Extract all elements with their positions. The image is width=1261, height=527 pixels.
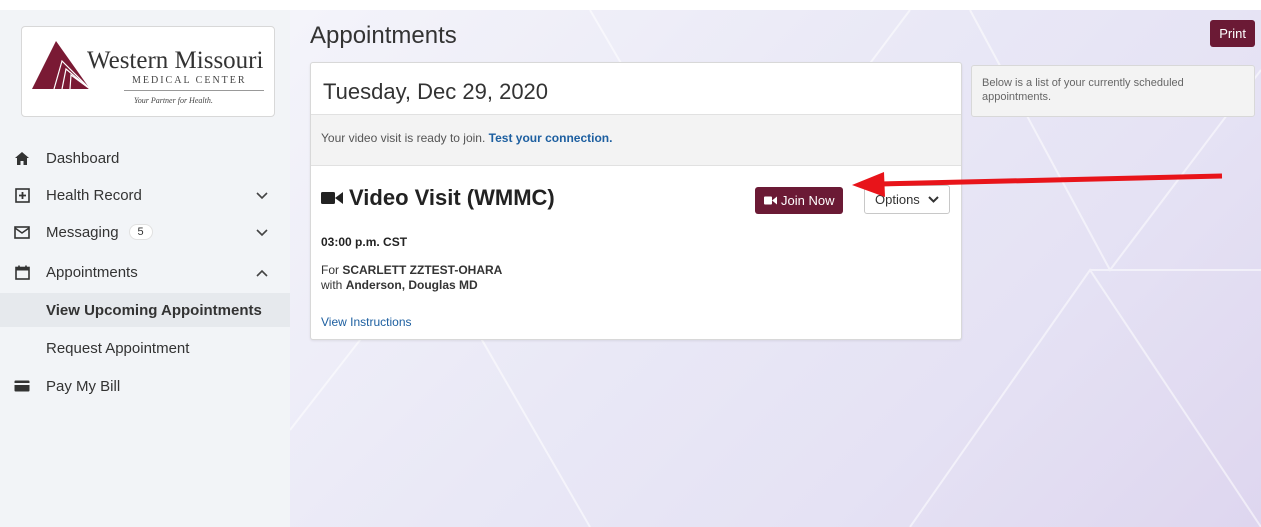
chevron-up-icon[interactable] [256,265,268,280]
patient-name: SCARLETT ZZTEST-OHARA [342,263,503,277]
nav-label: Appointments [46,263,138,281]
visit-title-text: Video Visit (WMMC) [349,185,555,210]
visit-time: 03:00 p.m. CST [321,235,408,249]
join-now-button[interactable]: Join Now [755,187,844,214]
nav-label: Dashboard [46,149,120,167]
logo[interactable]: Western Missouri MEDICAL CENTER Your Par… [21,26,275,117]
appointment-date: Tuesday, Dec 29, 2020 [323,79,549,104]
calendar-icon [12,265,32,280]
sidebar-subitem-view-upcoming-appointments[interactable]: View Upcoming Appointments [0,293,290,327]
nav-label: Pay My Bill [46,377,121,395]
main-content: Appointments Print Tuesday, Dec 29, 2020… [290,10,1261,527]
visit-title: Video Visit (WMMC) [321,185,555,211]
options-dropdown-button[interactable]: Options [864,185,950,214]
view-instructions-link[interactable]: View Instructions [321,315,412,329]
page-title: Appointments [310,22,457,49]
logo-subtitle: MEDICAL CENTER [132,75,247,86]
nav-item-health-record[interactable]: Health Record [0,177,290,213]
logo-tagline: Your Partner for Health. [134,96,213,105]
test-connection-link[interactable]: Test your connection. [489,131,613,145]
chevron-down-icon [928,196,939,203]
with-prefix: with [321,278,346,292]
logo-mark-icon [32,41,90,89]
nav-label: Messaging [46,223,119,241]
chevron-down-icon[interactable] [256,225,268,240]
envelope-icon [12,225,32,239]
appointment-card: Tuesday, Dec 29, 2020 Your video visit i… [310,62,962,340]
home-icon [12,151,32,165]
join-now-label: Join Now [781,193,835,208]
provider-name: Anderson, Douglas MD [345,278,478,292]
print-button[interactable]: Print [1210,20,1255,47]
nav-label: Health Record [46,186,142,204]
video-visit-notice: Your video visit is ready to join. Test … [311,114,961,166]
logo-divider [124,90,264,91]
credit-card-icon [12,380,32,392]
video-camera-icon [321,191,343,205]
nav-item-pay-my-bill[interactable]: Pay My Bill [0,368,290,404]
notice-text: Your video visit is ready to join. [321,131,489,145]
health-record-icon [12,187,32,203]
video-camera-icon [764,196,777,205]
for-prefix: For [321,263,343,277]
nav-item-dashboard[interactable]: Dashboard [0,140,290,176]
logo-title: Western Missouri [87,47,264,74]
unread-count-badge: 5 [128,224,153,240]
chevron-down-icon[interactable] [256,188,268,203]
sidebar-subitem-request-appointment[interactable]: Request Appointment [0,331,290,365]
sidebar: Western Missouri MEDICAL CENTER Your Par… [0,10,290,527]
visit-participants: For SCARLETT ZZTEST-OHARA with Anderson,… [321,263,502,293]
nav-item-appointments[interactable]: Appointments [0,254,290,290]
appointments-info-note: Below is a list of your currently schedu… [971,65,1255,117]
nav-item-messaging[interactable]: Messaging 5 [0,214,290,250]
options-label: Options [875,192,920,207]
